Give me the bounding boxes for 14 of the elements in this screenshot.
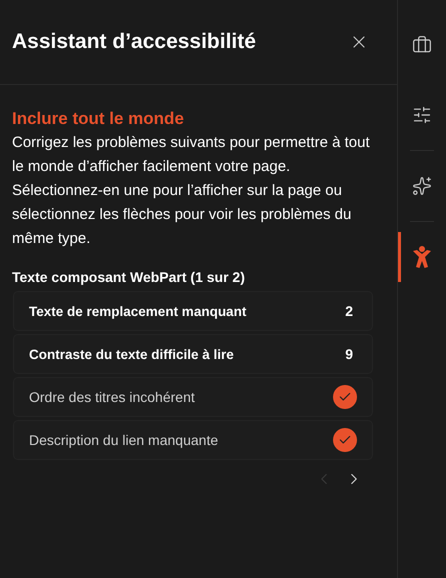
check-icon: [333, 428, 357, 452]
group-title: Texte composant WebPart (1 sur 2): [12, 269, 246, 285]
section-description: Corrigez les problèmes suivants pour permettre à tout le monde d’afficher facilement votre page. Sélectionnez-en une pour l’afficher sur la page ou sélectionnez les flèches pour voir les problèmes du même type.: [12, 133, 371, 249]
person-icon: [411, 245, 433, 269]
settings-icon: [412, 105, 432, 125]
issue-item[interactable]: Contraste du texte difficile à lire 9: [13, 334, 373, 374]
issue-item[interactable]: Ordre des titres incohérent: [13, 377, 373, 417]
briefcase-icon: [412, 35, 432, 55]
sparkle-icon: [412, 176, 432, 196]
check-icon: [333, 385, 357, 409]
section-heading: Inclure tout le monde: [12, 109, 185, 129]
issue-item[interactable]: Texte de remplacement manquant 2: [13, 291, 373, 331]
panel-title: Assistant d’accessibilité: [12, 30, 256, 54]
issue-item[interactable]: Description du lien manquante: [13, 420, 373, 460]
